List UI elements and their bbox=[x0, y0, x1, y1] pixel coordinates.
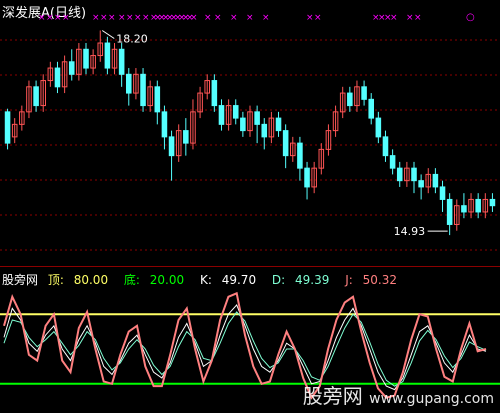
candle-body bbox=[368, 98, 374, 119]
signal-marker: × bbox=[100, 13, 108, 23]
candle-body bbox=[218, 105, 225, 125]
candle-body bbox=[254, 111, 260, 125]
watermark-url: www.gupang.com bbox=[369, 391, 494, 407]
candle-body bbox=[282, 130, 289, 157]
signal-marker: × bbox=[142, 13, 150, 23]
candle-body bbox=[68, 61, 75, 75]
candle-body bbox=[446, 198, 453, 225]
candle-body bbox=[297, 142, 303, 169]
candle-body bbox=[211, 80, 218, 107]
signal-marker: × bbox=[414, 13, 422, 23]
candle-body bbox=[104, 42, 111, 69]
candle-body bbox=[347, 92, 353, 107]
high-annotation-arrow bbox=[101, 30, 115, 39]
high-annotation-label: 18.20 bbox=[116, 33, 147, 46]
indicator-panel[interactable]: 股旁网 顶: 80.00 底: 20.00 K: 49.70 D: 49.39 … bbox=[0, 266, 500, 413]
signal-marker: × bbox=[214, 13, 222, 23]
signal-marker: × bbox=[406, 13, 414, 23]
candle-body bbox=[361, 86, 367, 100]
main-price-panel[interactable]: 深发展A(日线) × × × × × × × × × × × × × × × × × × × × × × × × × × × × × × ×… bbox=[0, 0, 500, 266]
signal-marker: × bbox=[92, 13, 100, 23]
candle-body bbox=[183, 130, 189, 144]
candles bbox=[4, 30, 496, 236]
candle-body bbox=[396, 167, 403, 182]
signal-marker: × bbox=[190, 13, 198, 23]
signal-marker: × bbox=[62, 13, 70, 23]
candle-body bbox=[240, 117, 246, 132]
candle-body bbox=[418, 180, 424, 188]
candle-body bbox=[168, 136, 175, 157]
candle-body bbox=[461, 205, 467, 213]
candle-body bbox=[33, 86, 39, 107]
candle-body bbox=[304, 167, 310, 188]
candle-body bbox=[4, 111, 11, 144]
candle-body bbox=[375, 117, 382, 138]
low-annotation-label: 14.93 bbox=[394, 225, 426, 238]
candle-body bbox=[475, 198, 481, 213]
candle-body bbox=[54, 67, 61, 88]
candle-body bbox=[83, 48, 89, 69]
candle-body bbox=[411, 167, 417, 182]
signal-markers: × × × × × × × × × × × ××××××××××× × × × × × × × ×××× × × ○ bbox=[38, 12, 475, 23]
candle-body bbox=[489, 198, 496, 207]
candle-body bbox=[382, 136, 389, 157]
candle-body bbox=[432, 173, 439, 188]
candle-body bbox=[389, 155, 396, 169]
signal-marker: × bbox=[38, 13, 46, 23]
candle-body bbox=[439, 186, 446, 200]
candle-body bbox=[261, 123, 268, 138]
signal-marker: × bbox=[204, 13, 212, 23]
signal-marker: × bbox=[126, 13, 134, 23]
signal-marker: ○ bbox=[466, 12, 475, 23]
series-k-line bbox=[3, 303, 487, 391]
watermark-cn: 股旁网 bbox=[302, 384, 363, 408]
signal-marker: × bbox=[390, 13, 398, 23]
candle-body bbox=[126, 73, 132, 94]
signal-marker: × bbox=[246, 13, 254, 23]
candle-body bbox=[232, 105, 239, 119]
candle-body bbox=[140, 73, 146, 107]
signal-marker: × bbox=[54, 13, 62, 23]
signal-marker: × bbox=[306, 13, 314, 23]
signal-marker: × bbox=[108, 13, 116, 23]
signal-marker: × bbox=[262, 13, 270, 23]
signal-marker: × bbox=[230, 13, 238, 23]
watermark: 股旁网 www.gupang.com bbox=[303, 380, 494, 409]
signal-marker: × bbox=[314, 13, 322, 23]
candle-body bbox=[154, 86, 161, 113]
signal-marker: × bbox=[134, 13, 142, 23]
candle-body bbox=[118, 48, 125, 75]
signal-marker: × bbox=[118, 13, 126, 23]
candle-body bbox=[275, 117, 282, 132]
signal-marker: × bbox=[46, 13, 54, 23]
candlestick-chart[interactable]: × × × × × × × × × × × ××××××××××× × × × × × × × ×××× × × ○18.2… bbox=[0, 0, 500, 266]
candle-body bbox=[161, 111, 168, 138]
